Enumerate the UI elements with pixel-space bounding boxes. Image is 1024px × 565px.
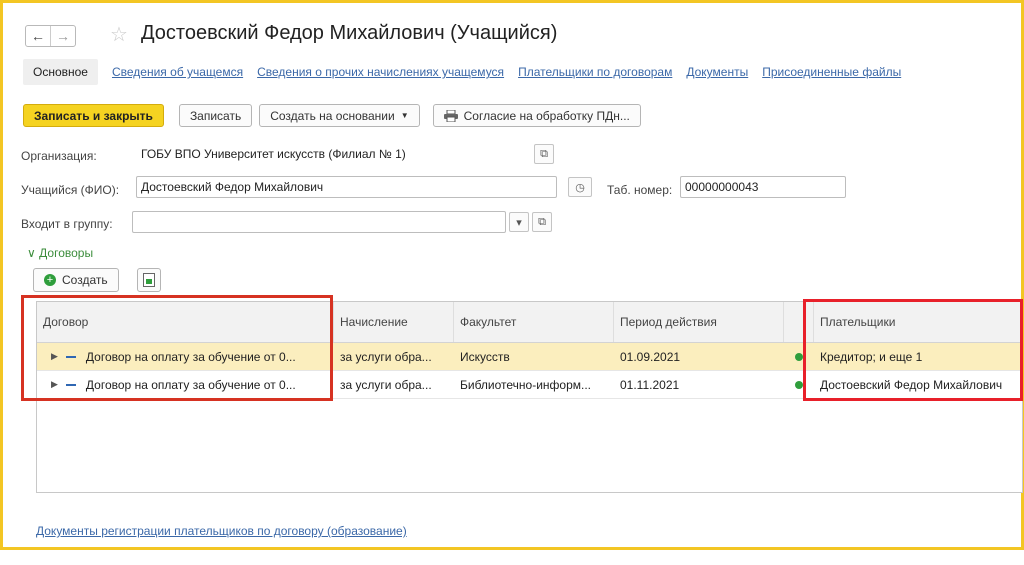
- group-field[interactable]: [132, 211, 506, 233]
- consent-pd-button[interactable]: Согласие на обработку ПДн...: [432, 104, 641, 127]
- payers-registration-documents-link[interactable]: Документы регистрации плательщиков по до…: [36, 524, 407, 538]
- faculty-cell: Библиотечно-информ...: [460, 377, 592, 392]
- dropdown-arrow-icon: ▼: [400, 111, 409, 120]
- save-and-close-button[interactable]: Записать и закрыть: [23, 104, 164, 127]
- group-label: Входит в группу:: [21, 217, 113, 231]
- contracts-section-title: Договоры: [39, 246, 94, 260]
- period-cell: 01.09.2021: [620, 349, 681, 364]
- accrual-cell: за услуги обра...: [340, 349, 432, 364]
- tab-main[interactable]: Основное: [23, 59, 98, 85]
- create-contract-button[interactable]: + Создать: [33, 268, 119, 292]
- organization-field[interactable]: ГОБУ ВПО Университет искусств (Филиал № …: [136, 143, 530, 165]
- save-button[interactable]: Записать: [178, 104, 253, 127]
- back-arrow-icon[interactable]: ←: [26, 26, 50, 46]
- open-group-icon[interactable]: ⧉: [532, 212, 552, 232]
- column-header-faculty[interactable]: Факультет: [454, 302, 614, 342]
- tab-documents[interactable]: Документы: [686, 65, 748, 79]
- chevron-down-icon: ∨: [27, 246, 36, 260]
- favorite-star-icon[interactable]: ☆: [110, 22, 128, 47]
- forward-arrow-icon[interactable]: →: [50, 26, 75, 46]
- copy-document-icon: [143, 273, 155, 287]
- form-window: ← → ☆ Достоевский Федор Михайлович (Учащ…: [0, 0, 1024, 550]
- group-dropdown-icon[interactable]: ▾: [509, 212, 529, 232]
- contracts-section-toggle[interactable]: ∨ Договоры: [27, 246, 93, 260]
- create-contract-label: Создать: [62, 273, 108, 287]
- history-icon[interactable]: ◷: [568, 177, 592, 197]
- open-organization-icon[interactable]: ⧉: [534, 144, 554, 164]
- tab-attached-files[interactable]: Присоединенные файлы: [762, 65, 901, 79]
- add-icon: +: [44, 274, 56, 286]
- tab-other-accruals[interactable]: Сведения о прочих начислениях учащемуся: [257, 65, 504, 79]
- faculty-cell: Искусств: [460, 349, 510, 364]
- tab-student-info[interactable]: Сведения об учащемся: [112, 65, 243, 79]
- student-label: Учащийся (ФИО):: [21, 183, 120, 197]
- column-header-period[interactable]: Период действия: [614, 302, 784, 342]
- period-cell: 01.11.2021: [620, 377, 680, 392]
- copy-contract-button[interactable]: [137, 268, 161, 292]
- nav-buttons: ← →: [25, 25, 76, 47]
- create-based-on-label: Создать на основании: [270, 108, 395, 123]
- column-header-accrual[interactable]: Начисление: [334, 302, 454, 342]
- student-field[interactable]: Достоевский Федор Михайлович: [136, 176, 557, 198]
- create-based-on-button[interactable]: Создать на основании ▼: [259, 104, 420, 127]
- window-title: Достоевский Федор Михайлович (Учащийся): [141, 22, 558, 44]
- contract-column-highlight: [21, 295, 333, 401]
- printer-icon: [443, 109, 458, 122]
- toolbar: Записать и закрыть Записать Создать на о…: [23, 104, 641, 127]
- payers-column-highlight: [803, 299, 1023, 401]
- slide-caption-fragment: [0, 550, 1024, 565]
- tab-number-field[interactable]: 00000000043: [680, 176, 846, 198]
- tab-number-label: Таб. номер:: [607, 183, 673, 197]
- consent-pd-label: Согласие на обработку ПДн...: [463, 108, 630, 123]
- tab-contract-payers[interactable]: Плательщики по договорам: [518, 65, 672, 79]
- form-tabs: Основное Сведения об учащемся Сведения о…: [23, 58, 901, 86]
- organization-label: Организация:: [21, 149, 97, 163]
- accrual-cell: за услуги обра...: [340, 377, 432, 392]
